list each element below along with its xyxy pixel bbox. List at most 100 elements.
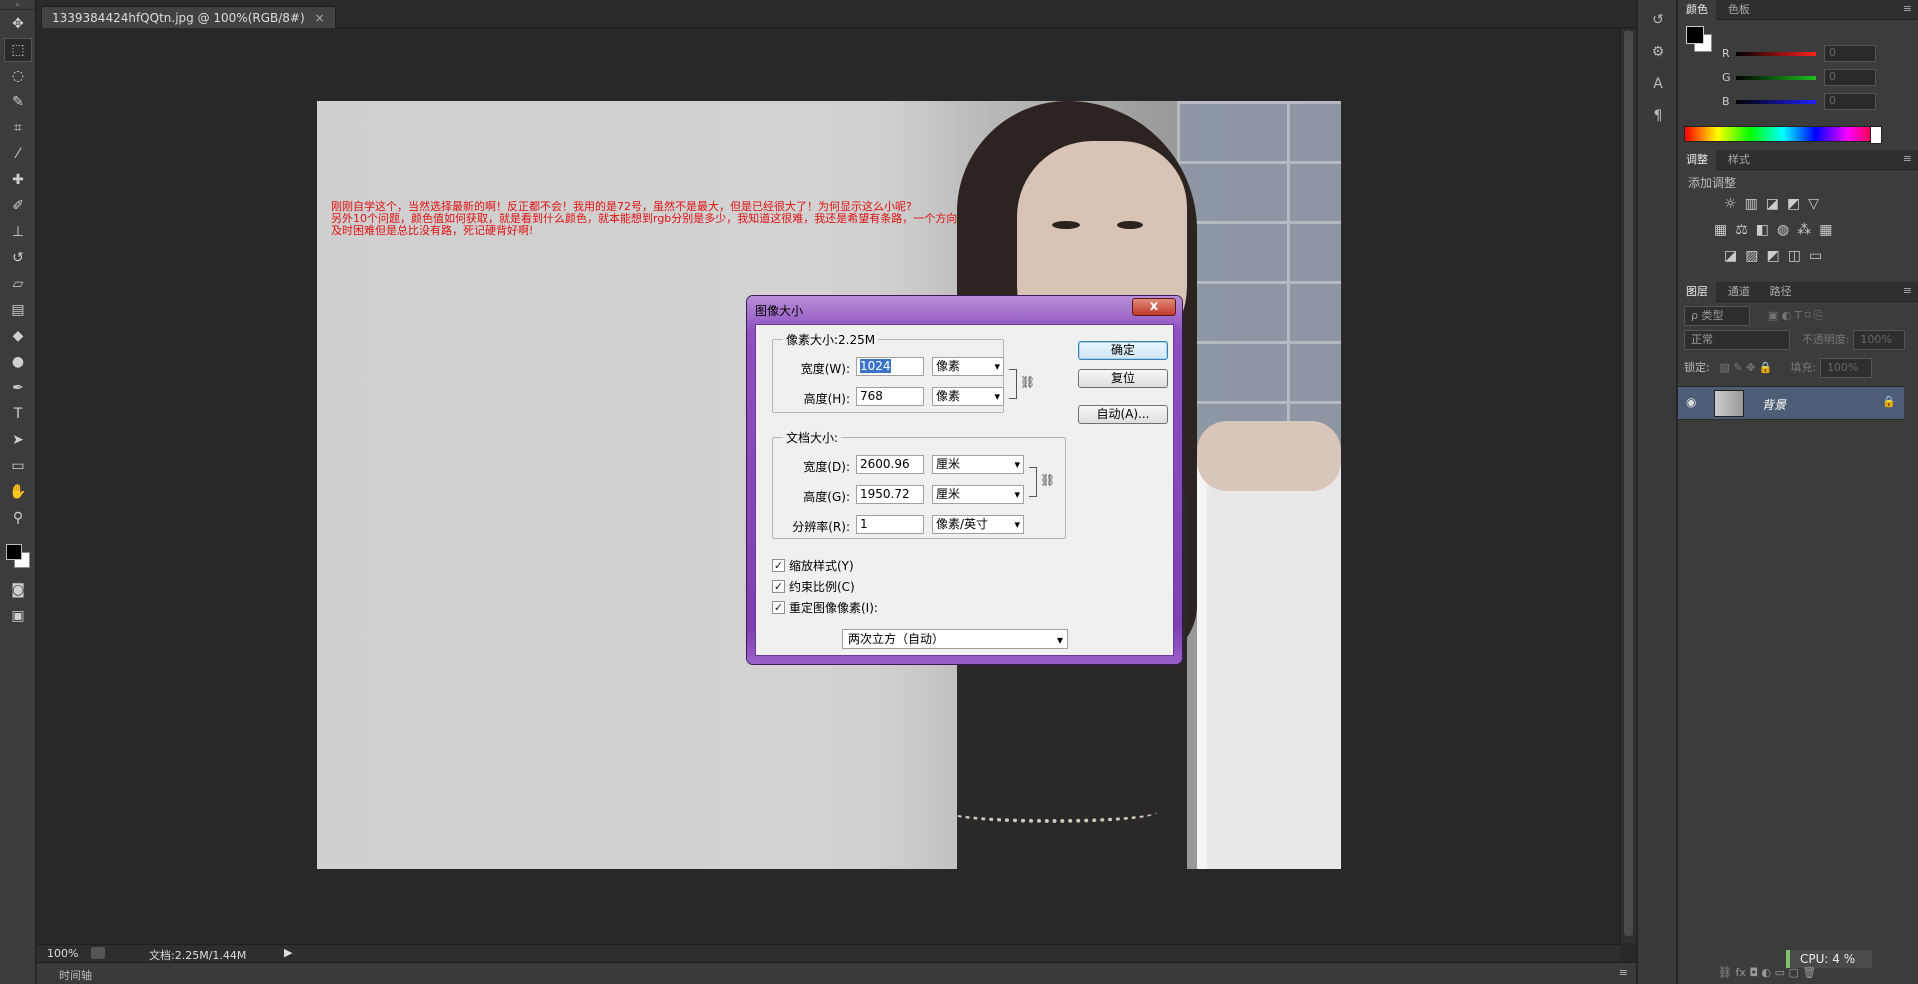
properties-panel-icon[interactable]: ⚙	[1644, 40, 1672, 64]
history-panel-icon[interactable]: ↺	[1644, 8, 1672, 32]
opacity-input[interactable]: 100%	[1853, 330, 1906, 350]
pixel-height-input[interactable]: 768	[856, 387, 924, 406]
red-slider[interactable]: R 0	[1722, 44, 1912, 64]
ok-button[interactable]: 确定	[1078, 341, 1168, 360]
crop-tool-icon[interactable]: ⌗	[4, 116, 32, 140]
foreground-color-swatch[interactable]	[6, 544, 22, 560]
status-menu-arrow-icon[interactable]: ▶	[284, 946, 292, 959]
vertical-scrollbar[interactable]	[1620, 29, 1636, 943]
quick-mask-icon[interactable]: ◙	[4, 578, 32, 602]
posterize-icon[interactable]: ▨	[1745, 248, 1758, 268]
layer-row-background[interactable]: ◉ 背景 🔒	[1678, 386, 1904, 420]
tab-adjustments[interactable]: 调整	[1678, 150, 1716, 170]
color-balance-icon[interactable]: ⚖	[1735, 222, 1748, 242]
zoom-level[interactable]: 100%	[47, 947, 78, 960]
quick-select-tool-icon[interactable]: ✎	[4, 90, 32, 114]
character-panel-icon[interactable]: A	[1644, 72, 1672, 96]
red-value[interactable]: 0	[1824, 45, 1876, 62]
blend-mode-select[interactable]: 正常	[1684, 330, 1790, 350]
blur-tool-icon[interactable]: ◆	[4, 324, 32, 348]
panel-menu-icon[interactable]: ≡	[1903, 2, 1912, 15]
paragraph-panel-icon[interactable]: ¶	[1644, 104, 1672, 128]
type-tool-icon[interactable]: T	[4, 402, 32, 426]
vibrance-icon[interactable]: ▽	[1808, 196, 1819, 216]
red-bar[interactable]	[1736, 52, 1816, 56]
checkbox-check-icon[interactable]: ✓	[772, 600, 785, 614]
black-white-icon[interactable]: ◧	[1756, 222, 1769, 242]
lock-icons[interactable]: ▨ ✎ ✥ 🔒	[1720, 361, 1773, 374]
eye-icon[interactable]: ◉	[1686, 395, 1696, 409]
panel-menu-icon[interactable]: ≡	[1903, 152, 1912, 165]
rectangle-tool-icon[interactable]: ▭	[4, 454, 32, 478]
blue-bar[interactable]	[1736, 100, 1816, 104]
brush-tool-icon[interactable]: ✐	[4, 194, 32, 218]
marquee-tool-icon[interactable]: ⬚	[4, 38, 32, 62]
dialog-titlebar[interactable]: 图像大小 x	[747, 296, 1182, 322]
document-tab[interactable]: 1339384424hfQQtn.jpg @ 100%(RGB/8#) ×	[41, 6, 336, 28]
pixel-height-unit-select[interactable]: 像素	[932, 387, 1004, 406]
lasso-tool-icon[interactable]: ◌	[4, 64, 32, 88]
auto-button[interactable]: 自动(A)...	[1078, 405, 1168, 424]
checkbox-check-icon[interactable]: ✓	[772, 558, 785, 572]
exposure-icon[interactable]: ◩	[1787, 196, 1800, 216]
clone-stamp-tool-icon[interactable]: ⊥	[4, 220, 32, 244]
timeline-menu-icon[interactable]: ≡	[1619, 966, 1628, 979]
close-icon[interactable]: x	[1132, 298, 1176, 316]
tab-swatches[interactable]: 色板	[1720, 0, 1758, 20]
color-lookup-icon[interactable]: ▦	[1819, 222, 1832, 242]
gradient-tool-icon[interactable]: ▤	[4, 298, 32, 322]
tab-paths[interactable]: 路径	[1762, 282, 1800, 302]
panel-foreground-swatch[interactable]	[1686, 26, 1704, 44]
brightness-icon[interactable]: ☼	[1724, 196, 1737, 216]
blue-value[interactable]: 0	[1824, 93, 1876, 110]
green-bar[interactable]	[1736, 76, 1816, 80]
levels-icon[interactable]: ▥	[1745, 196, 1758, 216]
reset-button[interactable]: 复位	[1078, 369, 1168, 388]
eyedropper-tool-icon[interactable]: ⁄	[4, 142, 32, 166]
layers-footer-icons[interactable]: ⛓ fx ◘ ◐ ▭ ▢ 🗑	[1718, 966, 1816, 979]
gradient-map-icon[interactable]: ▭	[1809, 248, 1822, 268]
invert-icon[interactable]: ◪	[1724, 248, 1737, 268]
healing-brush-tool-icon[interactable]: ✚	[4, 168, 32, 192]
resolution-input[interactable]: 1	[856, 515, 924, 534]
selective-color-icon[interactable]: ◫	[1788, 248, 1801, 268]
dodge-tool-icon[interactable]: ●	[4, 350, 32, 374]
pixel-width-input[interactable]: 1024	[856, 357, 924, 376]
resample-image-checkbox[interactable]: ✓ 重定图像像素(I):	[772, 599, 878, 615]
scale-styles-checkbox[interactable]: ✓ 缩放样式(Y)	[772, 557, 854, 573]
path-select-tool-icon[interactable]: ➤	[4, 428, 32, 452]
color-spectrum[interactable]	[1684, 126, 1882, 144]
pixel-width-unit-select[interactable]: 像素	[932, 357, 1004, 376]
move-tool-icon[interactable]: ✥	[4, 12, 32, 36]
timeline-label[interactable]: 时间轴	[59, 967, 92, 983]
tab-color[interactable]: 颜色	[1678, 0, 1716, 20]
tab-styles[interactable]: 样式	[1720, 150, 1758, 170]
history-brush-tool-icon[interactable]: ↺	[4, 246, 32, 270]
doc-width-unit-select[interactable]: 厘米	[932, 455, 1024, 474]
toolbar-grip[interactable]: «	[0, 0, 35, 10]
close-tab-icon[interactable]: ×	[315, 7, 325, 28]
scrollbar-thumb[interactable]	[1624, 31, 1633, 936]
hue-saturation-icon[interactable]: ▦	[1714, 222, 1727, 242]
blue-slider[interactable]: B 0	[1722, 92, 1912, 112]
tab-layers[interactable]: 图层	[1678, 282, 1716, 302]
threshold-icon[interactable]: ◩	[1766, 248, 1779, 268]
doc-width-input[interactable]: 2600.96	[856, 455, 924, 474]
layer-name[interactable]: 背景	[1762, 396, 1786, 413]
color-swatches[interactable]	[4, 536, 31, 572]
pen-tool-icon[interactable]: ✒	[4, 376, 32, 400]
resample-method-select[interactable]: 两次立方（自动）	[842, 629, 1068, 649]
constrain-proportions-checkbox[interactable]: ✓ 约束比例(C)	[772, 578, 855, 594]
channel-mixer-icon[interactable]: ⁂	[1797, 222, 1811, 242]
green-slider[interactable]: G 0	[1722, 68, 1912, 88]
photo-filter-icon[interactable]: ◍	[1777, 222, 1789, 242]
zoom-tool-icon[interactable]: ⚲	[4, 506, 32, 530]
layer-filter-select[interactable]: ρ 类型	[1684, 306, 1750, 326]
checkbox-check-icon[interactable]: ✓	[772, 579, 785, 593]
hand-tool-icon[interactable]: ✋	[4, 480, 32, 504]
panel-menu-icon[interactable]: ≡	[1903, 284, 1912, 297]
eraser-tool-icon[interactable]: ▱	[4, 272, 32, 296]
curves-icon[interactable]: ◪	[1766, 196, 1779, 216]
doc-height-unit-select[interactable]: 厘米	[932, 485, 1024, 504]
green-value[interactable]: 0	[1824, 69, 1876, 86]
